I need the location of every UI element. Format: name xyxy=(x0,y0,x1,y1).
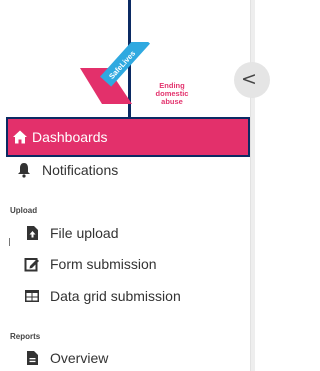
sidebar-item-overview[interactable]: Overview xyxy=(0,346,250,370)
sidebar-item-notifications[interactable]: Notifications xyxy=(0,158,250,182)
sidebar-item-label: File upload xyxy=(50,225,119,241)
sidebar-item-label: Data grid submission xyxy=(50,288,181,304)
sidebar-item-label: Form submission xyxy=(50,256,157,272)
edit-form-icon xyxy=(24,258,39,272)
collapse-sidebar-button[interactable]: < xyxy=(234,62,270,98)
sidebar-item-label: Notifications xyxy=(42,162,119,178)
home-icon xyxy=(13,130,27,144)
section-title-reports: Reports xyxy=(10,332,41,341)
section-title-upload: Upload xyxy=(10,206,38,215)
logo-tagline: Ending domestic abuse xyxy=(150,82,194,106)
sidebar-item-label: Overview xyxy=(50,350,109,366)
sidebar-item-label: Dashboards xyxy=(32,129,108,145)
sidebar-item-dashboards[interactable]: Dashboards xyxy=(6,117,250,157)
logo-tagline-line: abuse xyxy=(161,97,183,106)
file-upload-icon xyxy=(27,226,38,240)
sidebar-item-file-upload[interactable]: File upload xyxy=(0,221,250,245)
chevron-left-icon: < xyxy=(241,68,257,90)
bell-icon xyxy=(18,163,30,178)
table-grid-icon xyxy=(25,290,39,302)
sidebar-item-data-grid-submission[interactable]: Data grid submission xyxy=(0,284,250,308)
content-area-edge xyxy=(250,0,255,371)
document-icon xyxy=(27,351,38,365)
sidebar-item-form-submission[interactable]: Form submission xyxy=(0,252,250,276)
